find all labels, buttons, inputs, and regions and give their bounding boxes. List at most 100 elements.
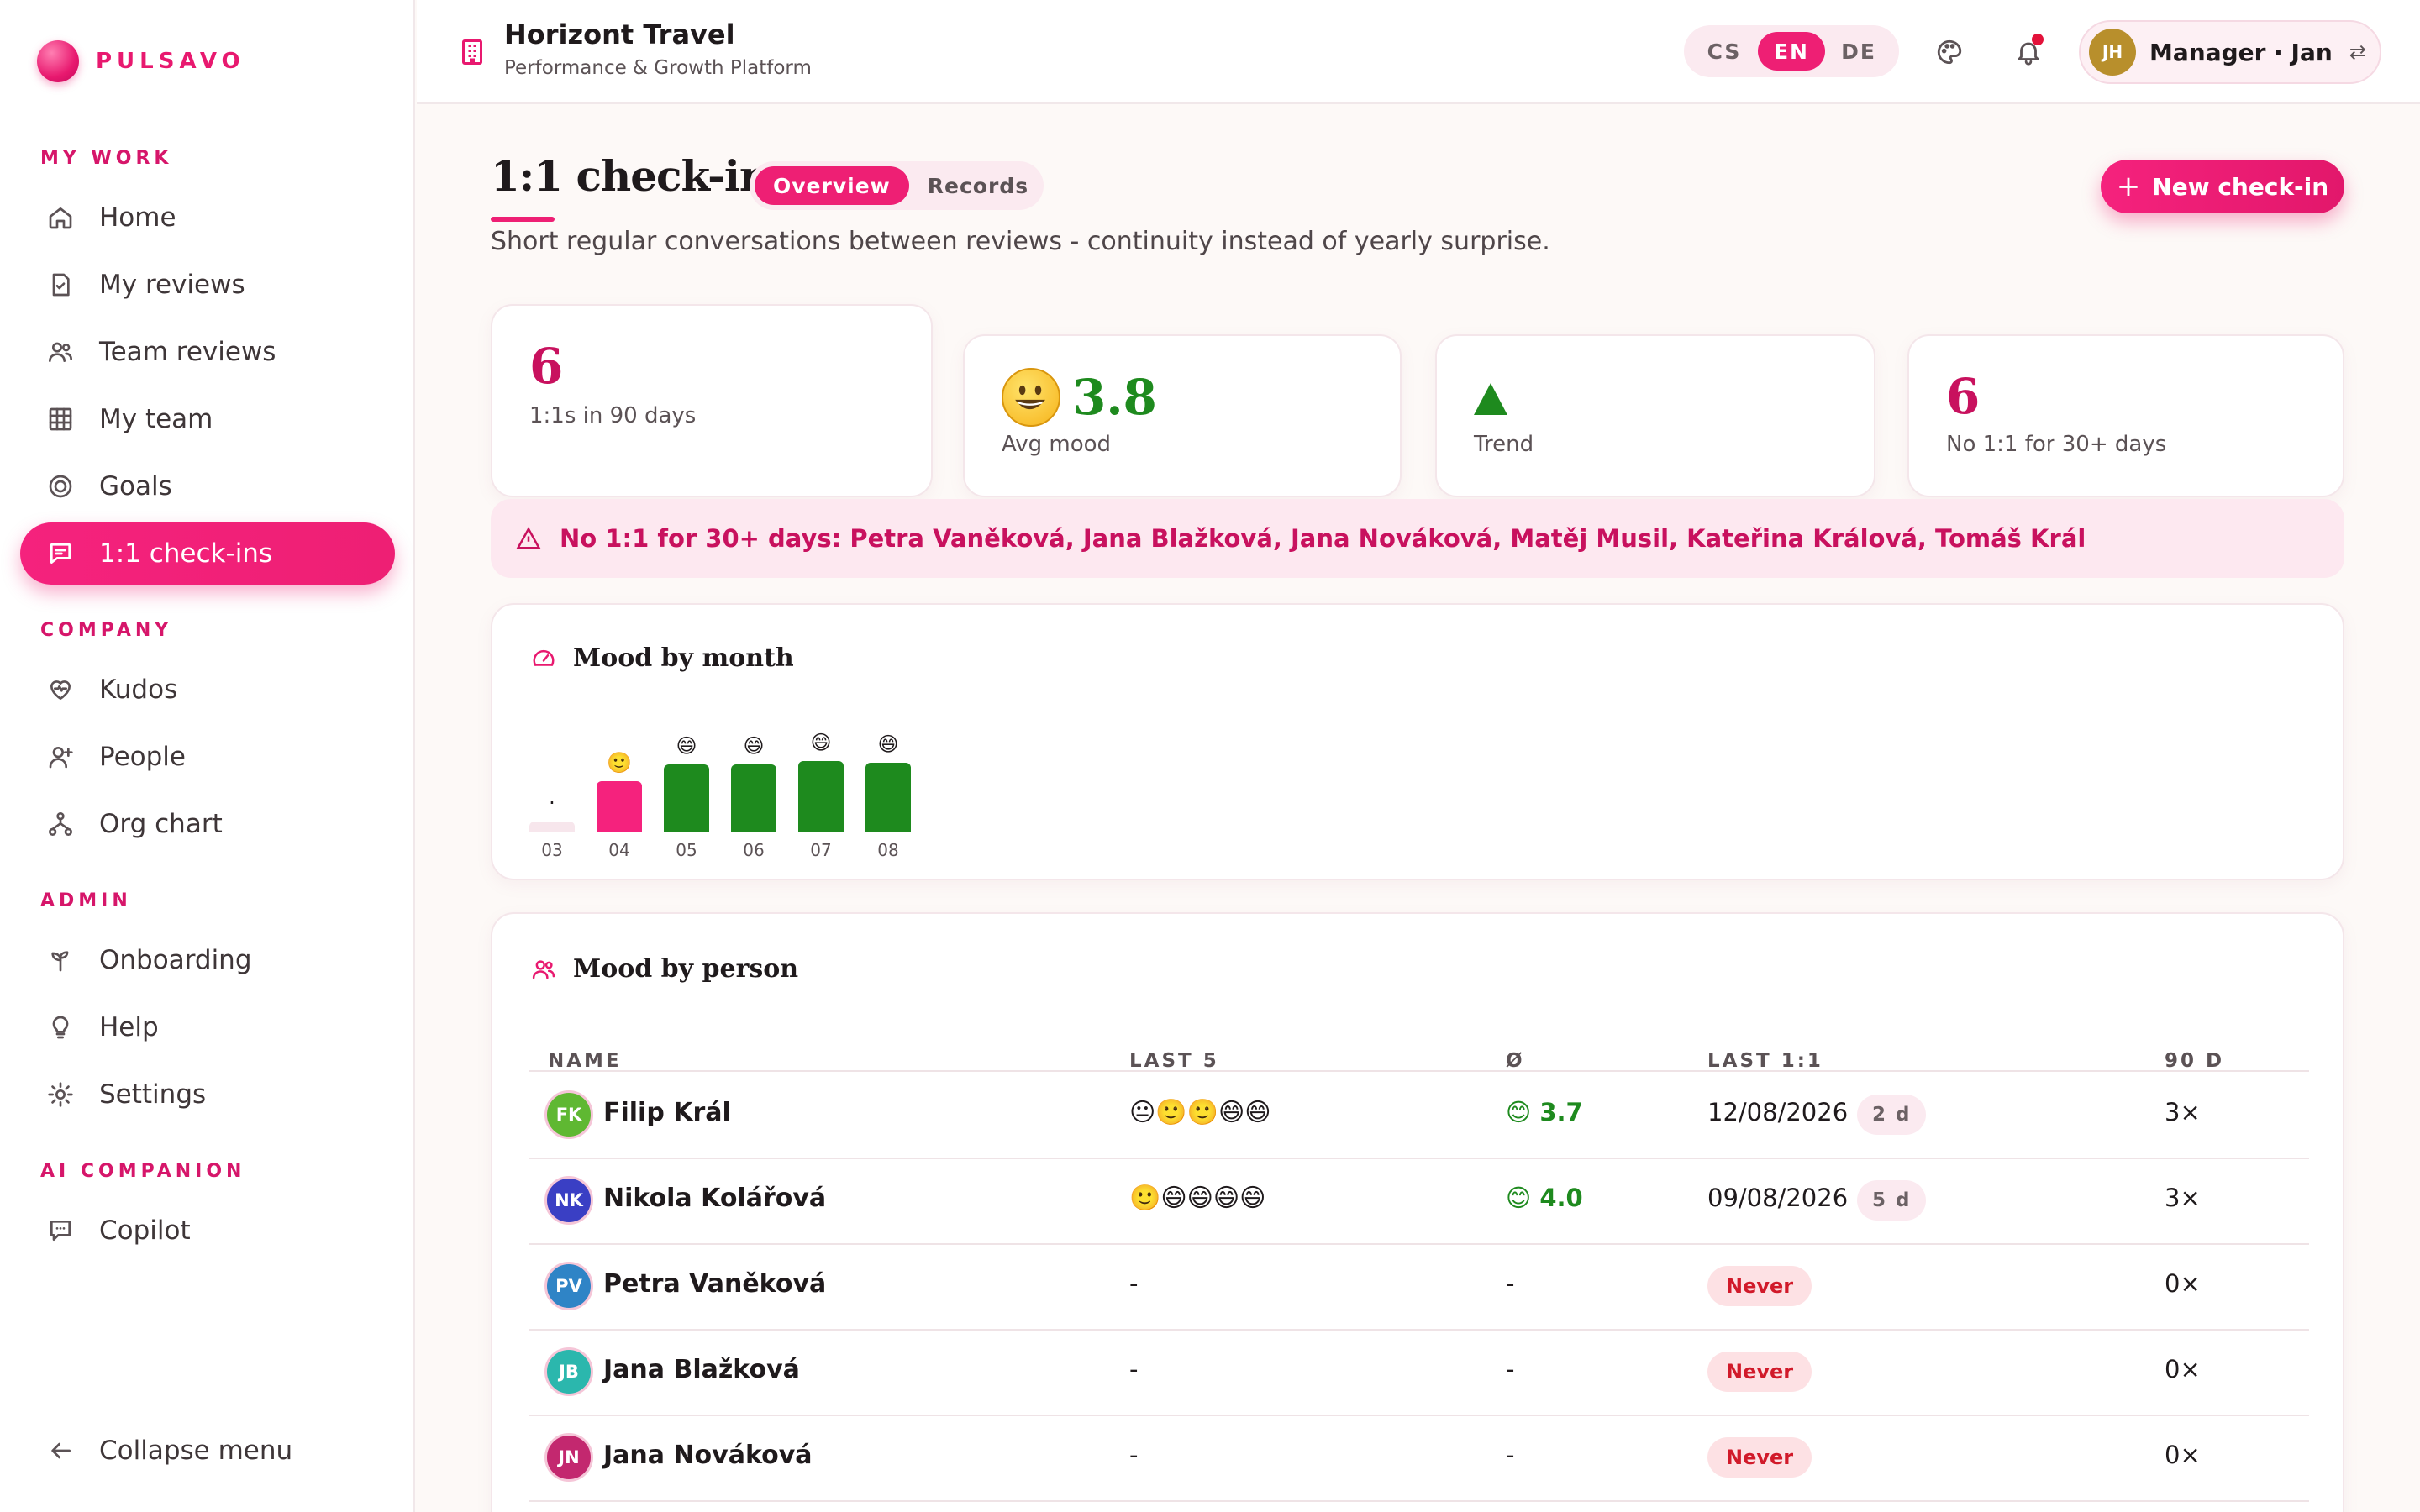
view-tabs: Overview Records — [750, 161, 1044, 210]
sidebar: PULSAVO MY WORK Home My reviews Team rev… — [0, 0, 415, 1512]
user-menu[interactable]: JH Manager · Jan ⇄ — [2079, 20, 2381, 84]
sidebar-item-home[interactable]: Home — [20, 186, 395, 249]
panel-title: Mood by person — [531, 954, 798, 984]
arrow-left-icon — [45, 1436, 76, 1466]
new-checkin-button[interactable]: + New check-in — [2101, 160, 2344, 213]
person-name[interactable]: Jana Nováková — [603, 1441, 813, 1470]
mood-by-month-panel: Mood by month · 03 🙂 04 😄 05 😄 06 😄 07 😄 08 — [491, 603, 2344, 880]
sidebar-item-help[interactable]: Help — [20, 996, 395, 1058]
last5-moods: - — [1129, 1441, 1139, 1469]
mood-average: 😊 3.7 — [1506, 1098, 1583, 1126]
panel-title: Mood by month — [531, 643, 794, 673]
theme-button[interactable] — [1929, 32, 1970, 72]
person-name[interactable]: Nikola Kolářová — [603, 1184, 826, 1213]
status-badge: Never — [1707, 1352, 1812, 1392]
chart-tick-label: 07 — [810, 840, 832, 860]
mood-average: - — [1506, 1441, 1515, 1469]
mood-average: 😊 4.0 — [1506, 1184, 1583, 1212]
last-checkin-date: 09/08/2026 — [1707, 1184, 1849, 1212]
days-ago-badge: 5 d — [1857, 1180, 1927, 1221]
sidebar-item-onboarding[interactable]: Onboarding — [20, 929, 395, 991]
user-plus-icon — [45, 742, 76, 772]
chart-bar-mood-label: 😄 — [877, 732, 899, 756]
chart-bar[interactable] — [597, 781, 642, 832]
person-name[interactable]: Jana Blažková — [603, 1355, 800, 1384]
sidebar-item-kudos[interactable]: Kudos — [20, 659, 395, 721]
table-row-divider — [529, 1500, 2309, 1502]
checkin-count: 3× — [2165, 1184, 2201, 1212]
sidebar-item-org-chart[interactable]: Org chart — [20, 793, 395, 855]
chart-bar[interactable] — [731, 764, 776, 832]
chart-bar[interactable] — [529, 822, 575, 832]
language-option-en[interactable]: EN — [1758, 32, 1825, 71]
tab-records[interactable]: Records — [909, 166, 1047, 205]
alert-text: No 1:1 for 30+ days: Petra Vaněková, Jan… — [560, 524, 2086, 553]
sidebar-item-label: Onboarding — [99, 945, 252, 975]
sprout-icon — [45, 945, 76, 975]
palette-icon — [1937, 39, 1962, 65]
table-header-divider — [529, 1070, 2309, 1072]
sidebar-item-people[interactable]: People — [20, 726, 395, 788]
warning-icon — [516, 527, 541, 549]
stat-card-avg-mood: 3.8 Avg mood — [963, 334, 1402, 497]
sidebar-item-label: Kudos — [99, 675, 178, 705]
chart-tick-label: 08 — [877, 840, 899, 860]
person-name[interactable]: Filip Král — [603, 1098, 731, 1127]
notifications-button[interactable] — [2008, 32, 2049, 72]
stat-label: Avg mood — [1002, 432, 1112, 457]
sidebar-item-checkins[interactable]: 1:1 check-ins — [20, 522, 395, 585]
column-header-name[interactable]: NAME — [548, 1050, 622, 1072]
column-header-last-checkin[interactable]: LAST 1:1 — [1707, 1050, 1823, 1072]
brand[interactable]: PULSAVO — [37, 40, 245, 82]
sidebar-item-team-reviews[interactable]: Team reviews — [20, 321, 395, 383]
column-header-last5[interactable]: LAST 5 — [1129, 1050, 1219, 1072]
chart-bar[interactable] — [664, 764, 709, 832]
sidebar-item-label: People — [99, 742, 186, 772]
last5-moods: - — [1129, 1269, 1139, 1298]
grid-icon — [45, 404, 76, 434]
sidebar-item-copilot[interactable]: Copilot — [20, 1200, 395, 1262]
users-icon — [532, 959, 555, 979]
stat-label: 1:1s in 90 days — [529, 403, 697, 428]
language-option-de[interactable]: DE — [1825, 32, 1892, 71]
building-icon — [457, 37, 487, 71]
chart-tick-label: 06 — [743, 840, 765, 860]
chart-bar-mood-label: · — [549, 791, 555, 815]
last5-moods: 😐🙂🙂😄😄 — [1129, 1098, 1271, 1127]
table-row-divider — [529, 1158, 2309, 1159]
document-check-icon — [45, 270, 76, 300]
sidebar-item-my-reviews[interactable]: My reviews — [20, 254, 395, 316]
checkin-count: 0× — [2165, 1269, 2201, 1298]
overdue-alert: No 1:1 for 30+ days: Petra Vaněková, Jan… — [491, 499, 2344, 578]
sidebar-item-settings[interactable]: Settings — [20, 1063, 395, 1126]
home-icon — [45, 202, 76, 233]
person-name[interactable]: Petra Vaněková — [603, 1269, 826, 1299]
stat-value: 3.8 — [1072, 369, 1157, 426]
users-icon — [45, 337, 76, 367]
mood-table-title: Mood by person — [573, 954, 799, 984]
stat-card-trend: Trend — [1435, 334, 1876, 497]
stat-value: 6 — [1946, 368, 1981, 425]
sidebar-item-label: Home — [99, 202, 176, 233]
column-header-avg[interactable]: Ø — [1506, 1050, 1525, 1072]
chart-bar-mood-label: 😄 — [810, 731, 832, 754]
chart-bar[interactable] — [865, 763, 911, 832]
title-underline — [491, 217, 555, 222]
tab-overview[interactable]: Overview — [755, 166, 909, 205]
org-chart-icon — [45, 809, 76, 839]
sidebar-item-my-team[interactable]: My team — [20, 388, 395, 450]
mood-average: - — [1506, 1355, 1515, 1383]
swap-icon: ⇄ — [2349, 40, 2366, 64]
language-option-cs[interactable]: CS — [1691, 32, 1758, 71]
stat-label: Trend — [1474, 432, 1534, 457]
days-ago-badge: 2 d — [1857, 1095, 1927, 1135]
chart-bar[interactable] — [798, 761, 844, 832]
last5-moods: - — [1129, 1355, 1139, 1383]
sidebar-item-label: Settings — [99, 1079, 207, 1110]
sidebar-item-label: Team reviews — [99, 337, 276, 367]
lightbulb-icon — [45, 1012, 76, 1042]
collapse-menu-button[interactable]: Collapse menu — [20, 1420, 395, 1482]
mood-by-person-panel: Mood by person NAME LAST 5 Ø LAST 1:1 90… — [491, 912, 2344, 1512]
sidebar-item-goals[interactable]: Goals — [20, 455, 395, 517]
column-header-90d[interactable]: 90 D — [2165, 1050, 2224, 1072]
